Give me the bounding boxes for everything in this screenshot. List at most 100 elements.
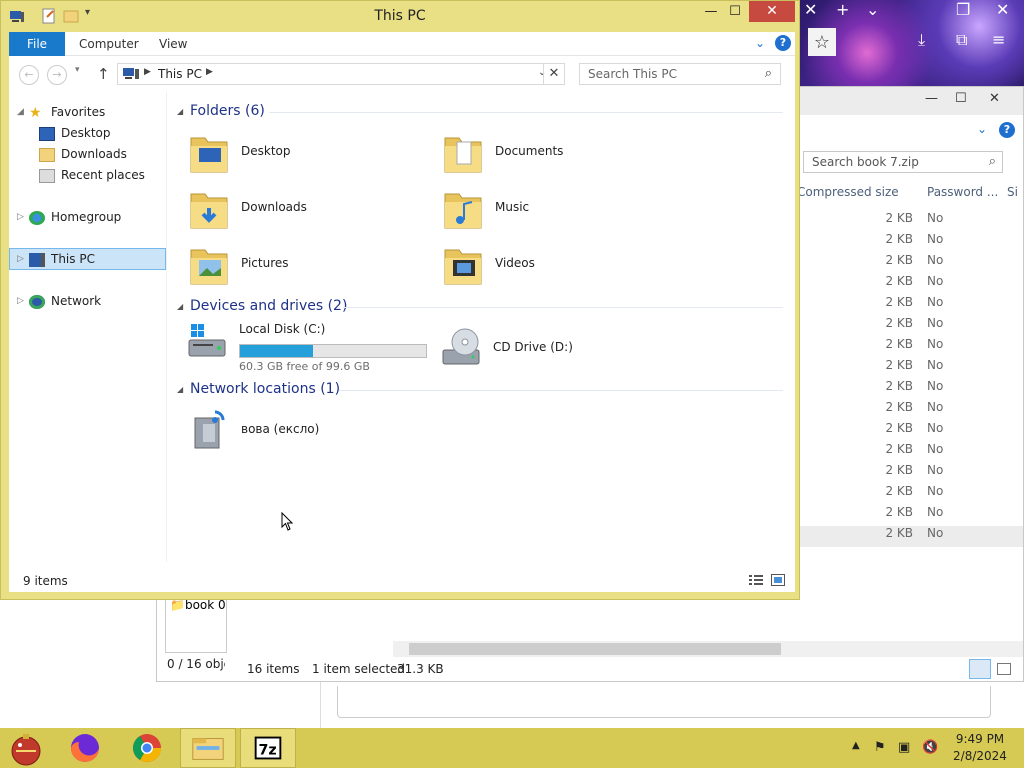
drive-tile-c[interactable]: Local Disk (C:) 60.3 GB free of 99.6 GB	[187, 320, 437, 373]
back-button[interactable]: ←	[19, 65, 39, 85]
table-row[interactable]: 2 KB No	[797, 421, 1023, 442]
breadcrumb-arrow-icon[interactable]: ▶	[144, 67, 151, 77]
page-textbox[interactable]	[337, 686, 991, 718]
table-row[interactable]: 2 KB No	[797, 253, 1023, 274]
tab-view[interactable]: View	[159, 32, 187, 56]
download-icon[interactable]: ⤓	[918, 30, 925, 50]
table-row[interactable]: 2 KB No	[797, 442, 1023, 463]
list-tabs-icon[interactable]: ⌄	[866, 0, 879, 19]
tab-computer[interactable]: Computer	[79, 32, 139, 56]
address-bar[interactable]: ▶ This PC ▶ ⌄	[117, 63, 565, 85]
taskbar-chrome[interactable]	[120, 728, 174, 768]
section-drives-heading[interactable]: Devices and drives (2)	[190, 298, 347, 314]
table-row[interactable]: 2 KB No	[797, 379, 1023, 400]
drive-tile-d[interactable]: CD Drive (D:)	[441, 324, 641, 372]
close-icon[interactable]: ✕	[749, 1, 795, 22]
table-row[interactable]: 2 KB No	[797, 232, 1023, 253]
nav-label: Desktop	[61, 126, 111, 140]
start-ornament-icon[interactable]	[8, 731, 44, 767]
table-row[interactable]: 2 KB No	[797, 400, 1023, 421]
maximize-icon[interactable]: ☐	[955, 91, 967, 106]
folder-item[interactable]: 📁book 0	[170, 598, 226, 612]
action-center-flag-icon[interactable]: ⚑	[874, 740, 886, 755]
collapse-arrow-icon[interactable]: ◢	[17, 102, 24, 122]
nav-homegroup[interactable]: Homegroup	[29, 207, 121, 227]
explorer-titlebar[interactable]: ▾ This PC — ☐ ✕	[1, 1, 799, 31]
table-row[interactable]: 2 KB No	[797, 295, 1023, 316]
table-row[interactable]: 2 KB No	[797, 526, 1023, 547]
recent-locations-icon[interactable]: ▾	[75, 65, 80, 75]
help-icon[interactable]: ?	[775, 35, 791, 51]
clock-date[interactable]: 2/8/2024	[952, 749, 1008, 763]
breadcrumb-arrow-icon[interactable]: ▶	[206, 67, 213, 77]
table-row[interactable]: 2 KB No	[797, 274, 1023, 295]
table-row[interactable]: 2 KB No	[797, 358, 1023, 379]
folder-tile[interactable]: Downloads	[189, 184, 389, 232]
taskbar-firefox[interactable]	[58, 728, 112, 768]
nav-favorites[interactable]: ★ Favorites	[29, 102, 105, 122]
column-size[interactable]: Si	[1007, 185, 1018, 199]
table-row[interactable]: 2 KB No	[797, 316, 1023, 337]
new-tab-icon[interactable]: +	[836, 0, 849, 19]
refresh-button[interactable]: ✕	[543, 63, 565, 85]
restore-icon[interactable]: ❐	[956, 0, 970, 19]
table-row[interactable]: 2 KB No	[797, 211, 1023, 232]
folder-tile[interactable]: Videos	[443, 240, 643, 288]
breadcrumb-this-pc[interactable]: This PC	[158, 67, 202, 81]
collapse-section-icon[interactable]: ◢	[177, 302, 183, 311]
zip-search-input[interactable]: Search book 7.zip ⌕	[803, 151, 1003, 173]
section-folders-heading[interactable]: Folders (6)	[190, 103, 265, 119]
scrollbar-thumb[interactable]	[409, 643, 781, 655]
forward-button[interactable]: →	[47, 65, 67, 85]
expand-arrow-icon[interactable]: ▷	[17, 249, 24, 269]
large-icons-view-icon[interactable]	[997, 663, 1011, 675]
menu-icon[interactable]: ≡	[992, 30, 1005, 49]
column-compressed-size[interactable]: Compressed size	[797, 185, 899, 199]
nav-downloads[interactable]: Downloads	[39, 144, 127, 164]
close-tab-icon[interactable]: ✕	[804, 0, 817, 19]
network-location-tile[interactable]: вова (ексло)	[189, 406, 389, 454]
show-hidden-icons-icon[interactable]: ▲	[852, 740, 860, 751]
taskbar-file-explorer[interactable]	[180, 728, 236, 768]
table-row[interactable]: 2 KB No	[797, 337, 1023, 358]
tab-file[interactable]: File	[9, 32, 65, 56]
up-button[interactable]: ↑	[97, 65, 110, 83]
column-password[interactable]: Password ...	[927, 185, 998, 199]
expand-ribbon-icon[interactable]: ⌄	[977, 122, 987, 136]
help-icon[interactable]: ?	[999, 122, 1015, 138]
network-status-icon[interactable]: ▣	[898, 740, 910, 755]
large-icons-view-icon[interactable]	[771, 574, 785, 586]
search-input[interactable]: Search This PC ⌕	[579, 63, 781, 85]
folder-tile[interactable]: Documents	[443, 128, 643, 176]
folder-tile[interactable]: Desktop	[189, 128, 389, 176]
collapse-section-icon[interactable]: ◢	[177, 107, 183, 116]
minimize-icon[interactable]: —	[701, 1, 721, 22]
navigation-bar: ← → ▾ ↑ ▶ This PC ▶ ⌄ ✕ Search This PC ⌕	[9, 56, 795, 92]
maximize-icon[interactable]: ☐	[725, 1, 745, 22]
expand-arrow-icon[interactable]: ▷	[17, 291, 24, 311]
folder-tile[interactable]: Music	[443, 184, 643, 232]
expand-ribbon-icon[interactable]: ⌄	[755, 36, 765, 50]
expand-arrow-icon[interactable]: ▷	[17, 207, 24, 227]
nav-network[interactable]: Network	[29, 291, 101, 311]
nav-recent-places[interactable]: Recent places	[39, 165, 145, 185]
section-network-heading[interactable]: Network locations (1)	[190, 381, 340, 397]
close-icon[interactable]: ✕	[989, 91, 1000, 106]
nav-this-pc[interactable]: This PC	[29, 249, 95, 269]
folder-tile[interactable]: Pictures	[189, 240, 389, 288]
minimize-icon[interactable]: —	[925, 91, 938, 106]
extensions-icon[interactable]: ⧉	[956, 30, 967, 50]
clock-time[interactable]: 9:49 PM	[952, 732, 1008, 746]
close-icon[interactable]: ✕	[996, 0, 1009, 19]
table-row[interactable]: 2 KB No	[797, 463, 1023, 484]
nav-desktop[interactable]: Desktop	[39, 123, 111, 143]
details-view-icon[interactable]	[749, 574, 763, 586]
details-view-icon[interactable]	[969, 659, 991, 679]
taskbar-7zip[interactable]: 7z	[240, 728, 296, 768]
horizontal-scrollbar[interactable]	[393, 641, 1023, 657]
table-row[interactable]: 2 KB No	[797, 505, 1023, 526]
collapse-section-icon[interactable]: ◢	[177, 385, 183, 394]
volume-muted-icon[interactable]: 🔇	[922, 740, 938, 755]
bookmark-star-icon[interactable]: ☆	[808, 28, 836, 56]
table-row[interactable]: 2 KB No	[797, 484, 1023, 505]
